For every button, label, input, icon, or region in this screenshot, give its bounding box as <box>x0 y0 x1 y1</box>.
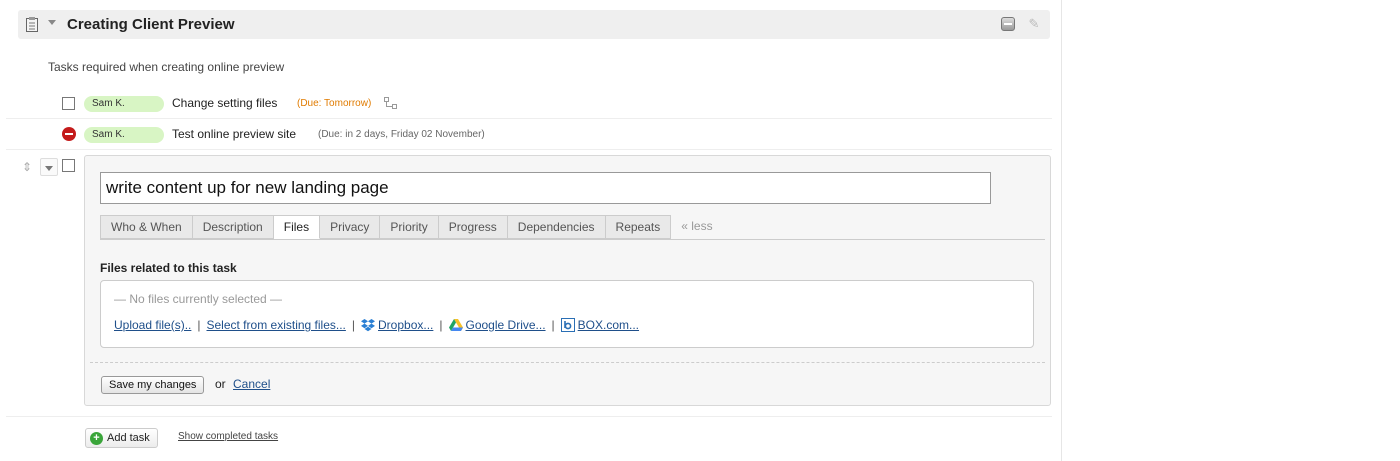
task-due-date: (Due: Tomorrow) <box>297 98 372 109</box>
task-list-icon <box>26 17 38 32</box>
tab-privacy[interactable]: Privacy <box>320 215 381 239</box>
assignee-badge[interactable]: Sam K. <box>84 96 164 112</box>
tab-progress[interactable]: Progress <box>438 215 508 239</box>
editor-tabs: Who & When Description Files Privacy Pri… <box>100 215 713 239</box>
upload-files-link[interactable]: Upload file(s).. <box>114 318 191 332</box>
task-editor: Who & When Description Files Privacy Pri… <box>84 155 1051 406</box>
separator: | <box>551 318 555 332</box>
task-name[interactable]: Test online preview site <box>172 127 296 141</box>
tab-files[interactable]: Files <box>273 215 321 239</box>
task-list-title: Creating Client Preview <box>67 16 235 33</box>
box-link[interactable]: BOX.com... <box>578 318 639 332</box>
save-button[interactable]: Save my changes <box>101 376 205 394</box>
file-source-links: Upload file(s).. | Select from existing … <box>114 318 639 332</box>
add-task-button[interactable]: + Add task <box>85 428 158 448</box>
google-drive-link[interactable]: Google Drive... <box>466 318 546 332</box>
tab-description[interactable]: Description <box>192 215 274 239</box>
divider <box>6 416 1052 417</box>
row-menu-button[interactable] <box>40 158 58 176</box>
dropbox-link[interactable]: Dropbox... <box>378 318 433 332</box>
tab-priority[interactable]: Priority <box>380 215 439 239</box>
google-drive-icon <box>448 319 463 331</box>
blocked-icon <box>62 127 76 141</box>
select-existing-files-link[interactable]: Select from existing files... <box>207 318 346 332</box>
drag-handle-icon[interactable]: ⇕ <box>20 160 34 174</box>
task-title-input[interactable] <box>100 172 991 204</box>
task-list-panel: Creating Client Preview ✎ Tasks required… <box>6 0 1062 461</box>
tab-who-when[interactable]: Who & When <box>100 215 193 239</box>
separator: | <box>351 318 356 332</box>
tab-dependencies[interactable]: Dependencies <box>507 215 606 239</box>
separator: | <box>197 318 201 332</box>
dropbox-icon <box>361 319 376 332</box>
divider <box>90 362 1045 363</box>
tab-repeats[interactable]: Repeats <box>605 215 672 239</box>
files-heading: Files related to this task <box>100 261 237 275</box>
tab-divider <box>100 239 1045 240</box>
less-link[interactable]: « less <box>671 215 712 239</box>
minimize-icon[interactable] <box>1001 17 1015 31</box>
pin-icon[interactable]: ✎ <box>1026 16 1042 32</box>
task-list-header: Creating Client Preview ✎ <box>18 10 1050 39</box>
or-text: or <box>215 377 226 391</box>
show-completed-tasks-link[interactable]: Show completed tasks <box>178 431 278 442</box>
cancel-link[interactable]: Cancel <box>233 377 270 391</box>
no-files-text: — No files currently selected — <box>114 292 283 306</box>
box-icon <box>560 318 575 332</box>
task-row: Sam K. Test online preview site (Due: in… <box>6 119 1052 150</box>
files-box: — No files currently selected — Upload f… <box>100 280 1034 348</box>
task-list-description: Tasks required when creating online prev… <box>48 60 285 74</box>
dependency-icon[interactable] <box>384 97 398 109</box>
plus-icon: + <box>90 431 103 445</box>
task-row: Sam K. Change setting files (Due: Tomorr… <box>6 88 1052 119</box>
task-checkbox[interactable] <box>62 159 75 172</box>
task-checkbox[interactable] <box>62 97 75 110</box>
task-due-date: (Due: in 2 days, Friday 02 November) <box>318 129 485 140</box>
assignee-badge[interactable]: Sam K. <box>84 127 164 143</box>
task-name[interactable]: Change setting files <box>172 96 277 110</box>
collapse-caret-icon[interactable] <box>48 20 56 25</box>
add-task-label: Add task <box>107 432 150 444</box>
separator: | <box>439 318 443 332</box>
